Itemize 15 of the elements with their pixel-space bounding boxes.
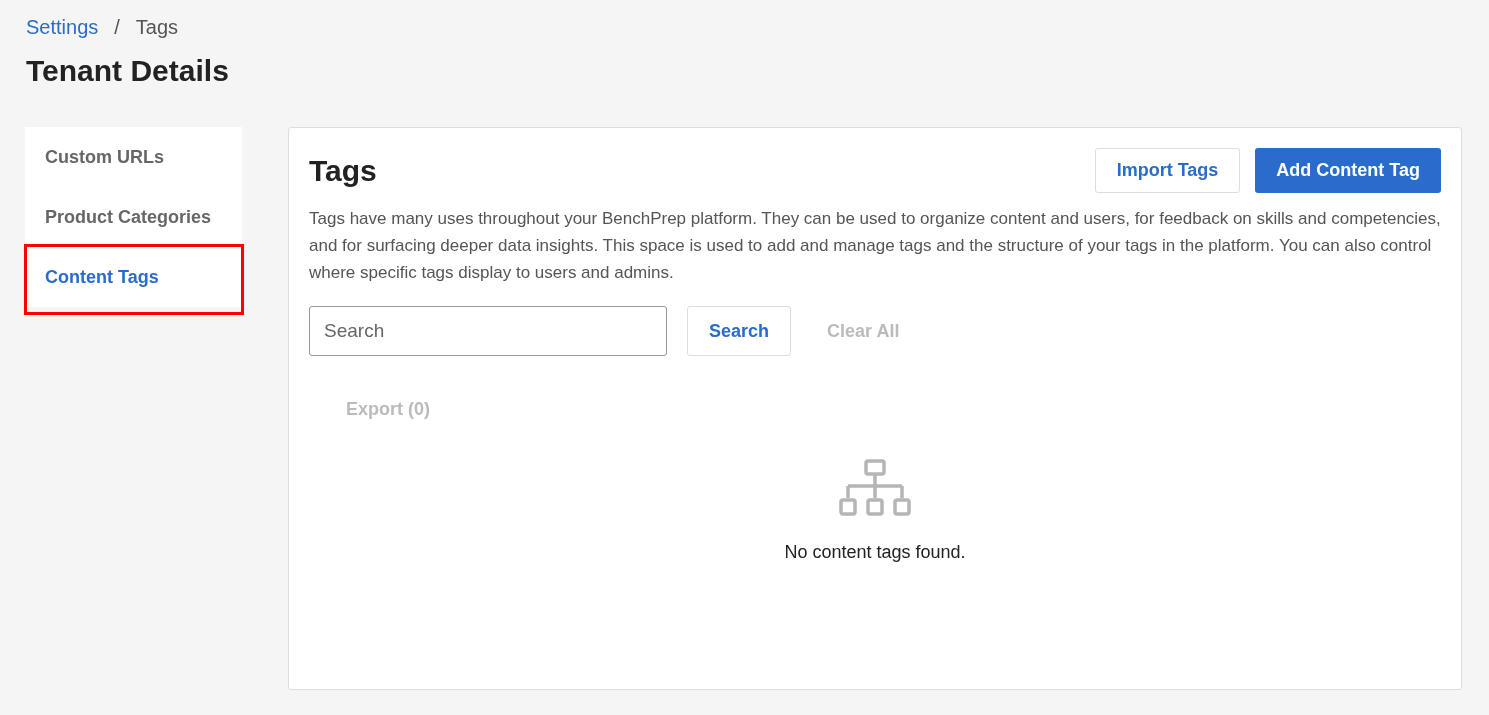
sidebar-item[interactable]: Custom URLs: [25, 143, 184, 171]
search-button[interactable]: Search: [687, 306, 792, 356]
breadcrumb-current: Tags: [135, 15, 179, 40]
page-title: Tenant Details: [26, 53, 230, 89]
sidebar-item[interactable]: Content Tags: [25, 263, 179, 291]
hierarchy-icon: [839, 459, 911, 517]
sidebar-item[interactable]: Product Categories: [25, 203, 232, 231]
panel-title: Tags: [309, 153, 377, 189]
import-tags-button[interactable]: Import Tags: [1094, 148, 1241, 193]
empty-message: No content tags found.: [784, 541, 966, 564]
description: Tags have many uses throughout your BenchPrep platform. They can be used to organize content and users, for feedback on skills and competencies, and for surfacing deeper data insights. This space is used to add and manage tags and the structure of your tags in the platform. You can also control where specific tags display to users and admins.: [309, 208, 1441, 284]
breadcrumb-link[interactable]: Settings: [26, 12, 99, 42]
search-field[interactable]: Search: [309, 306, 667, 356]
add-content-tag-button[interactable]: Add Content Tag: [1255, 148, 1441, 193]
breadcrumb-separator: /: [114, 15, 120, 40]
